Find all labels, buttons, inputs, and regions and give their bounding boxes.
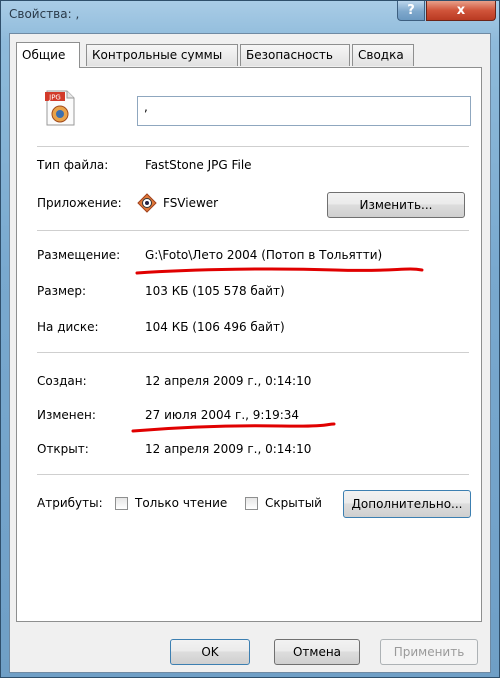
created-label: Создан: — [37, 374, 87, 388]
hidden-label[interactable]: Скрытый — [265, 496, 322, 510]
red-underline-annotation — [131, 422, 336, 433]
opened-value: 12 апреля 2009 г., 0:14:10 — [145, 442, 312, 456]
disk-size-value: 104 КБ (106 496 байт) — [145, 320, 285, 334]
separator — [37, 146, 469, 147]
file-type-value: FastStone JPG File — [145, 158, 252, 172]
svg-text:JPG: JPG — [48, 94, 61, 102]
cancel-button[interactable]: Отмена — [274, 639, 360, 665]
disk-size-label: На диске: — [37, 320, 99, 334]
separator — [37, 474, 469, 475]
readonly-checkbox[interactable] — [115, 497, 128, 510]
separator — [37, 352, 469, 353]
apply-button[interactable]: Применить — [380, 639, 478, 665]
opened-label: Открыт: — [37, 442, 89, 456]
dialog-client: Общие Контрольные суммы Безопасность Сво… — [9, 33, 491, 673]
advanced-button[interactable]: Дополнительно... — [343, 490, 471, 518]
attributes-label: Атрибуты: — [37, 496, 103, 510]
modified-label: Изменен: — [37, 408, 96, 422]
location-label: Размещение: — [37, 248, 121, 262]
close-button[interactable]: x — [426, 1, 496, 21]
application-value: FSViewer — [163, 196, 219, 210]
help-icon: ? — [407, 3, 415, 18]
readonly-label[interactable]: Только чтение — [135, 496, 227, 510]
tab-general[interactable]: Общие — [16, 42, 80, 68]
properties-window: Свойства: , ? x Общие Контрольные суммы … — [0, 0, 500, 678]
change-app-button[interactable]: Изменить... — [327, 192, 465, 218]
tab-summary[interactable]: Сводка — [352, 44, 414, 66]
application-label: Приложение: — [37, 196, 122, 210]
created-value: 12 апреля 2009 г., 0:14:10 — [145, 374, 312, 388]
fsviewer-app-icon — [137, 193, 157, 213]
size-label: Размер: — [37, 284, 87, 298]
tab-checksums[interactable]: Контрольные суммы — [86, 44, 238, 66]
window-title: Свойства: , — [9, 7, 80, 21]
file-name-input[interactable]: , — [137, 96, 471, 126]
file-type-label: Тип файла: — [37, 158, 109, 172]
title-bar: Свойства: , ? x — [1, 1, 500, 33]
red-underline-annotation — [135, 267, 424, 275]
help-button[interactable]: ? — [397, 1, 425, 21]
tab-security[interactable]: Безопасность — [240, 44, 350, 66]
jpg-file-icon: JPG — [45, 90, 75, 126]
location-value: G:\Foto\Лето 2004 (Потоп в Тольятти) — [145, 248, 383, 262]
close-icon: x — [456, 3, 466, 18]
ok-button[interactable]: OK — [170, 639, 250, 665]
general-tab-panel: JPG , Тип файла: FastStone JPG File Прил… — [16, 67, 482, 622]
separator — [37, 230, 469, 231]
size-value: 103 КБ (105 578 байт) — [145, 284, 285, 298]
hidden-checkbox[interactable] — [245, 497, 258, 510]
